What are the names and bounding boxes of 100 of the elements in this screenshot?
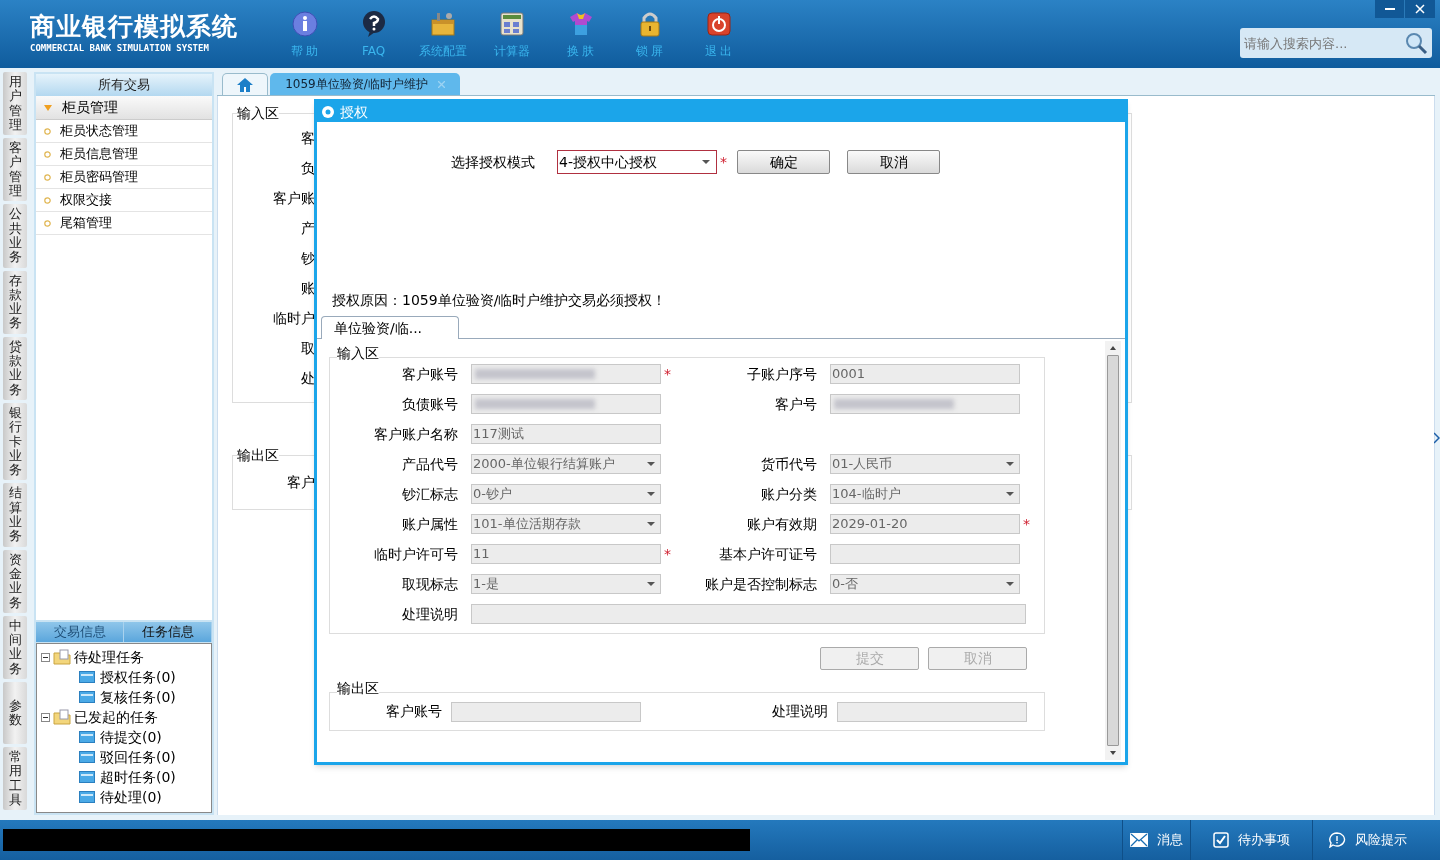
search-field[interactable]: 请输入搜索内容... <box>1240 28 1432 58</box>
panel-tab[interactable]: 任务信息 <box>124 622 212 642</box>
status-button[interactable]: 消息 <box>1122 820 1190 860</box>
field-label: 客户账户名称 <box>373 424 459 444</box>
side-tab[interactable]: 资金业务 <box>3 549 27 613</box>
input-field[interactable] <box>471 604 1026 624</box>
dialog-button[interactable]: 确定 <box>737 150 830 174</box>
sidebar-header: 所有交易 <box>36 74 212 96</box>
side-tab[interactable]: 参数 <box>3 682 27 744</box>
page-tab[interactable]: 1059单位验资/临时户维护 <box>270 73 460 95</box>
menu-item[interactable]: 柜员信息管理 <box>36 143 212 166</box>
field-label: 账户有效期 <box>746 514 818 534</box>
field-label: 账户是否控制标志 <box>704 574 818 594</box>
field-label: 钞 <box>300 249 315 268</box>
select-field[interactable]: 101-单位活期存款 <box>471 514 661 534</box>
select-field[interactable]: 01-人民币 <box>830 454 1020 474</box>
form-tab[interactable]: 单位验资/临... <box>321 316 459 339</box>
input-field[interactable]: 2029-01-20 <box>830 514 1020 534</box>
home-tab[interactable] <box>222 73 268 95</box>
field-label: 客户账号 <box>385 702 443 721</box>
side-tab[interactable]: 存款业务 <box>3 270 27 334</box>
input-field[interactable] <box>830 544 1020 564</box>
tree-node[interactable]: 超时任务(0) <box>100 766 176 788</box>
app-title: 商业银行模拟系统 <box>30 12 239 42</box>
menu-item[interactable]: 权限交接 <box>36 189 212 212</box>
input-field[interactable]: 0001 <box>830 364 1020 384</box>
scrollbar[interactable] <box>1105 341 1121 760</box>
tree-node[interactable]: 待提交(0) <box>100 726 162 748</box>
bullet-icon <box>44 196 51 204</box>
section-title: 输出区 <box>237 446 279 464</box>
field-label: 取现标志 <box>401 574 459 594</box>
app-subtitle: COMMERCIAL BANK SIMULATION SYSTEM <box>30 42 210 55</box>
menu-group[interactable]: 柜员管理 <box>36 96 212 120</box>
input-field[interactable] <box>471 394 661 414</box>
tree-node[interactable]: 待处理任务 <box>74 646 144 668</box>
close-button[interactable] <box>1405 0 1435 18</box>
input-field[interactable] <box>830 394 1020 414</box>
input-field[interactable]: 11 <box>471 544 661 564</box>
side-tab[interactable]: 中间业务 <box>3 615 27 679</box>
bullet-icon <box>44 127 51 135</box>
calculator-icon <box>497 10 526 38</box>
panel-tab[interactable]: 交易信息 <box>36 622 124 642</box>
tree-node[interactable]: 驳回任务(0) <box>100 746 176 768</box>
toolbox-icon <box>428 10 457 38</box>
field-label: 客户账 <box>272 189 315 208</box>
menu-item[interactable]: 尾箱管理 <box>36 212 212 235</box>
field-label: 临时户许可号 <box>373 544 459 564</box>
required-mark: * <box>663 544 672 564</box>
menu-item[interactable]: 柜员密码管理 <box>36 166 212 189</box>
required-mark: * <box>663 364 672 384</box>
select-field[interactable]: 0-否 <box>830 574 1020 594</box>
dropdown-arrow-icon <box>647 492 655 496</box>
side-tab[interactable]: 结算业务 <box>3 483 27 547</box>
minimize-icon <box>1384 7 1395 11</box>
select-field[interactable]: 1-是 <box>471 574 661 594</box>
status-button[interactable]: 待办事项 <box>1190 820 1312 860</box>
side-tab[interactable]: 公共业务 <box>3 204 27 268</box>
dropdown-arrow-icon <box>702 160 710 164</box>
select-field[interactable]: 104-临时户 <box>830 484 1020 504</box>
info-icon <box>290 10 319 38</box>
field-label: 账户属性 <box>401 514 459 534</box>
field-label: 临时户 <box>272 309 315 328</box>
dropdown-arrow-icon <box>647 522 655 526</box>
folder-icon <box>79 791 95 803</box>
minimize-button[interactable] <box>1375 0 1405 18</box>
tree-node[interactable]: 已发起的任务 <box>74 706 158 728</box>
mode-label: 选择授权模式 <box>451 152 536 172</box>
dropdown-arrow-icon <box>1006 582 1014 586</box>
section-title: 输入区 <box>237 104 279 122</box>
field-label: 处 <box>300 369 315 388</box>
tree-node[interactable]: 复核任务(0) <box>100 686 176 708</box>
select-field[interactable]: 2000-单位银行结算账户 <box>471 454 661 474</box>
tree-node[interactable]: 授权任务(0) <box>100 666 176 688</box>
auth-reason: 授权原因：1059单位验资/临时户维护交易必须授权！ <box>332 291 667 310</box>
input-field[interactable] <box>471 364 661 384</box>
input-field[interactable] <box>837 701 1027 722</box>
select-field[interactable]: 0-钞户 <box>471 484 661 504</box>
side-tab[interactable]: 用户管理 <box>3 72 27 136</box>
search-icon <box>1404 31 1428 55</box>
mode-select[interactable]: 4-授权中心授权 <box>557 150 717 174</box>
side-tab[interactable]: 贷款业务 <box>3 336 27 400</box>
field-label: 负债账号 <box>401 394 459 414</box>
menu-item[interactable]: 柜员状态管理 <box>36 120 212 143</box>
home-icon <box>237 77 253 92</box>
status-button[interactable]: 风险提示 <box>1312 820 1422 860</box>
side-tab[interactable]: 常用工具 <box>3 747 27 811</box>
collapse-toggle-icon[interactable] <box>41 712 50 722</box>
side-tab[interactable]: 银行卡业务 <box>3 402 27 481</box>
tree-node[interactable]: 待处理(0) <box>100 786 162 808</box>
dialog-button[interactable]: 取消 <box>847 150 940 174</box>
input-field[interactable] <box>451 701 641 722</box>
close-icon <box>1415 4 1425 14</box>
folder-icon <box>53 649 71 665</box>
field-label: 取 <box>300 339 315 358</box>
side-tab[interactable]: 客户管理 <box>3 138 27 202</box>
input-field[interactable]: 117测试 <box>471 424 661 444</box>
envelope-icon <box>1130 833 1148 847</box>
collapse-toggle-icon[interactable] <box>41 652 50 662</box>
folder-icon <box>79 731 95 743</box>
folder-icon <box>53 709 71 725</box>
